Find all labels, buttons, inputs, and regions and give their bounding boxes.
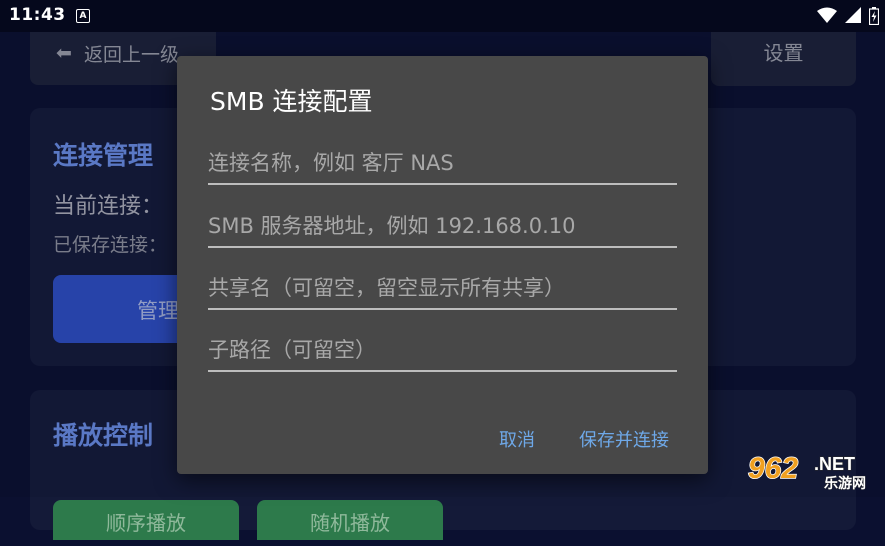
sub-path-field: [208, 330, 677, 372]
status-icons: [814, 7, 879, 25]
notification-icon: A: [76, 9, 90, 23]
watermark-logo: 962 .NET 乐游网: [747, 451, 866, 492]
cancel-button[interactable]: 取消: [499, 426, 535, 452]
save-and-connect-button[interactable]: 保存并连接: [579, 426, 669, 452]
share-name-input[interactable]: [208, 268, 677, 308]
connection-name-input[interactable]: [208, 143, 677, 183]
connection-name-field: [208, 143, 677, 185]
share-name-field: [208, 268, 677, 310]
sub-path-input[interactable]: [208, 330, 677, 370]
dialog-title: SMB 连接配置: [210, 87, 373, 116]
sequential-play-button[interactable]: 顺序播放: [53, 500, 239, 540]
watermark-sub: 乐游网: [824, 475, 866, 492]
server-address-field: [208, 206, 677, 248]
watermark-number: 962: [748, 452, 798, 485]
signal-icon: [844, 7, 861, 23]
status-bar: 11:43 A: [0, 0, 885, 32]
smb-config-dialog: SMB 连接配置 取消 保存并连接: [177, 56, 708, 474]
server-address-input[interactable]: [208, 206, 677, 246]
wifi-icon: [816, 7, 837, 23]
status-time: 11:43: [9, 5, 66, 25]
watermark-suffix: .NET: [814, 454, 855, 474]
battery-icon: [869, 7, 879, 25]
random-play-button[interactable]: 随机播放: [257, 500, 443, 540]
